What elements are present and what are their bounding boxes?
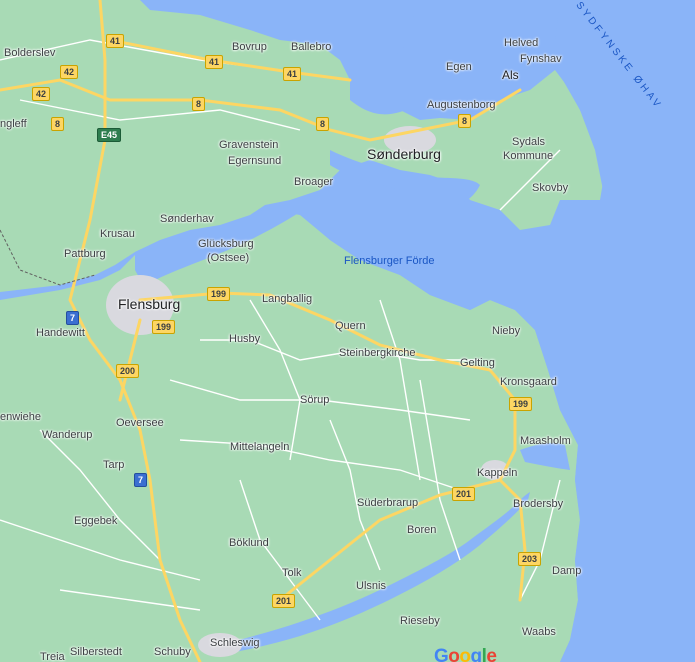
place-label[interactable]: Ballebro (291, 41, 331, 53)
road-shield: 199 (152, 320, 176, 334)
road-shield: E45 (97, 128, 122, 142)
place-label[interactable]: Sønderburg (367, 146, 441, 162)
place-label[interactable]: Böklund (229, 537, 269, 549)
place-label[interactable]: Als (502, 68, 519, 82)
road-shield: 201 (272, 594, 296, 608)
place-label[interactable]: Schleswig (210, 637, 260, 649)
place-label[interactable]: Steinbergkirche (339, 347, 415, 359)
place-label[interactable]: Maasholm (520, 435, 571, 447)
place-label[interactable]: Kommune (503, 150, 553, 162)
place-label[interactable]: Süderbrarup (357, 497, 418, 509)
road-shield: 8 (316, 117, 330, 131)
place-label[interactable]: Sydals (512, 136, 545, 148)
place-label[interactable]: Tolk (282, 567, 302, 579)
place-label[interactable]: Skovby (532, 182, 568, 194)
place-label[interactable]: Schuby (154, 646, 191, 658)
place-label[interactable]: Quern (335, 320, 366, 332)
place-label[interactable]: Helved (504, 37, 538, 49)
place-label[interactable]: Waabs (522, 626, 556, 638)
place-label[interactable]: Bolderslev (4, 47, 55, 59)
place-label[interactable]: enwiehe (0, 411, 41, 423)
place-label[interactable]: Egen (446, 61, 472, 73)
map-canvas[interactable]: Bolderslev Bovrup Ballebro Helved Fynshav Ege… (0, 0, 695, 662)
place-label[interactable]: Fynshav (520, 53, 562, 65)
water-label: Flensburger Förde (344, 255, 435, 267)
place-label[interactable]: Oeversee (116, 417, 164, 429)
place-label[interactable]: Sörup (300, 394, 329, 406)
place-label[interactable]: Kappeln (477, 467, 517, 479)
road-shield: 201 (452, 487, 476, 501)
place-label[interactable]: Langballig (262, 293, 312, 305)
place-label[interactable]: Husby (229, 333, 260, 345)
place-label[interactable]: ngleff (0, 118, 27, 130)
place-label[interactable]: Handewitt (36, 327, 85, 339)
place-label[interactable]: Eggebek (74, 515, 117, 527)
place-label[interactable]: Pattburg (64, 248, 106, 260)
place-label[interactable]: Gelting (460, 357, 495, 369)
place-label[interactable]: Glücksburg (198, 238, 254, 250)
place-label[interactable]: Mittelangeln (230, 441, 289, 453)
road-shield: 41 (283, 67, 302, 81)
road-shield: 8 (51, 117, 65, 131)
place-label[interactable]: Broager (294, 176, 333, 188)
place-label[interactable]: Krusau (100, 228, 135, 240)
place-label[interactable]: Boren (407, 524, 436, 536)
road-shield: 42 (32, 87, 51, 101)
place-label[interactable]: Treia (40, 651, 65, 662)
road-shield: 199 (509, 397, 533, 411)
road-shield: 7 (66, 311, 80, 325)
place-label[interactable]: Damp (552, 565, 581, 577)
road-shield: 8 (458, 114, 472, 128)
road-shield: 42 (60, 65, 79, 79)
place-label[interactable]: Ulsnis (356, 580, 386, 592)
road-shield: 41 (106, 34, 125, 48)
place-label[interactable]: (Ostsee) (207, 252, 249, 264)
road-shield: 199 (207, 287, 231, 301)
place-label[interactable]: Brodersby (513, 498, 563, 510)
place-label[interactable]: Bovrup (232, 41, 267, 53)
road-shield: 41 (205, 55, 224, 69)
google-logo: Google (434, 646, 497, 662)
place-label[interactable]: Sønderhav (160, 213, 214, 225)
place-label[interactable]: Flensburg (118, 296, 180, 312)
road-shield: 7 (134, 473, 148, 487)
place-label[interactable]: Egernsund (228, 155, 281, 167)
place-label[interactable]: Kronsgaard (500, 376, 557, 388)
place-label[interactable]: Augustenborg (427, 99, 496, 111)
place-label[interactable]: Tarp (103, 459, 124, 471)
place-label[interactable]: Silberstedt (70, 646, 122, 658)
road-shield: 203 (518, 552, 542, 566)
place-label[interactable]: Wanderup (42, 429, 92, 441)
road-shield: 8 (192, 97, 206, 111)
place-label[interactable]: Gravenstein (219, 139, 278, 151)
place-label[interactable]: Rieseby (400, 615, 440, 627)
road-shield: 200 (116, 364, 140, 378)
place-label[interactable]: Nieby (492, 325, 520, 337)
